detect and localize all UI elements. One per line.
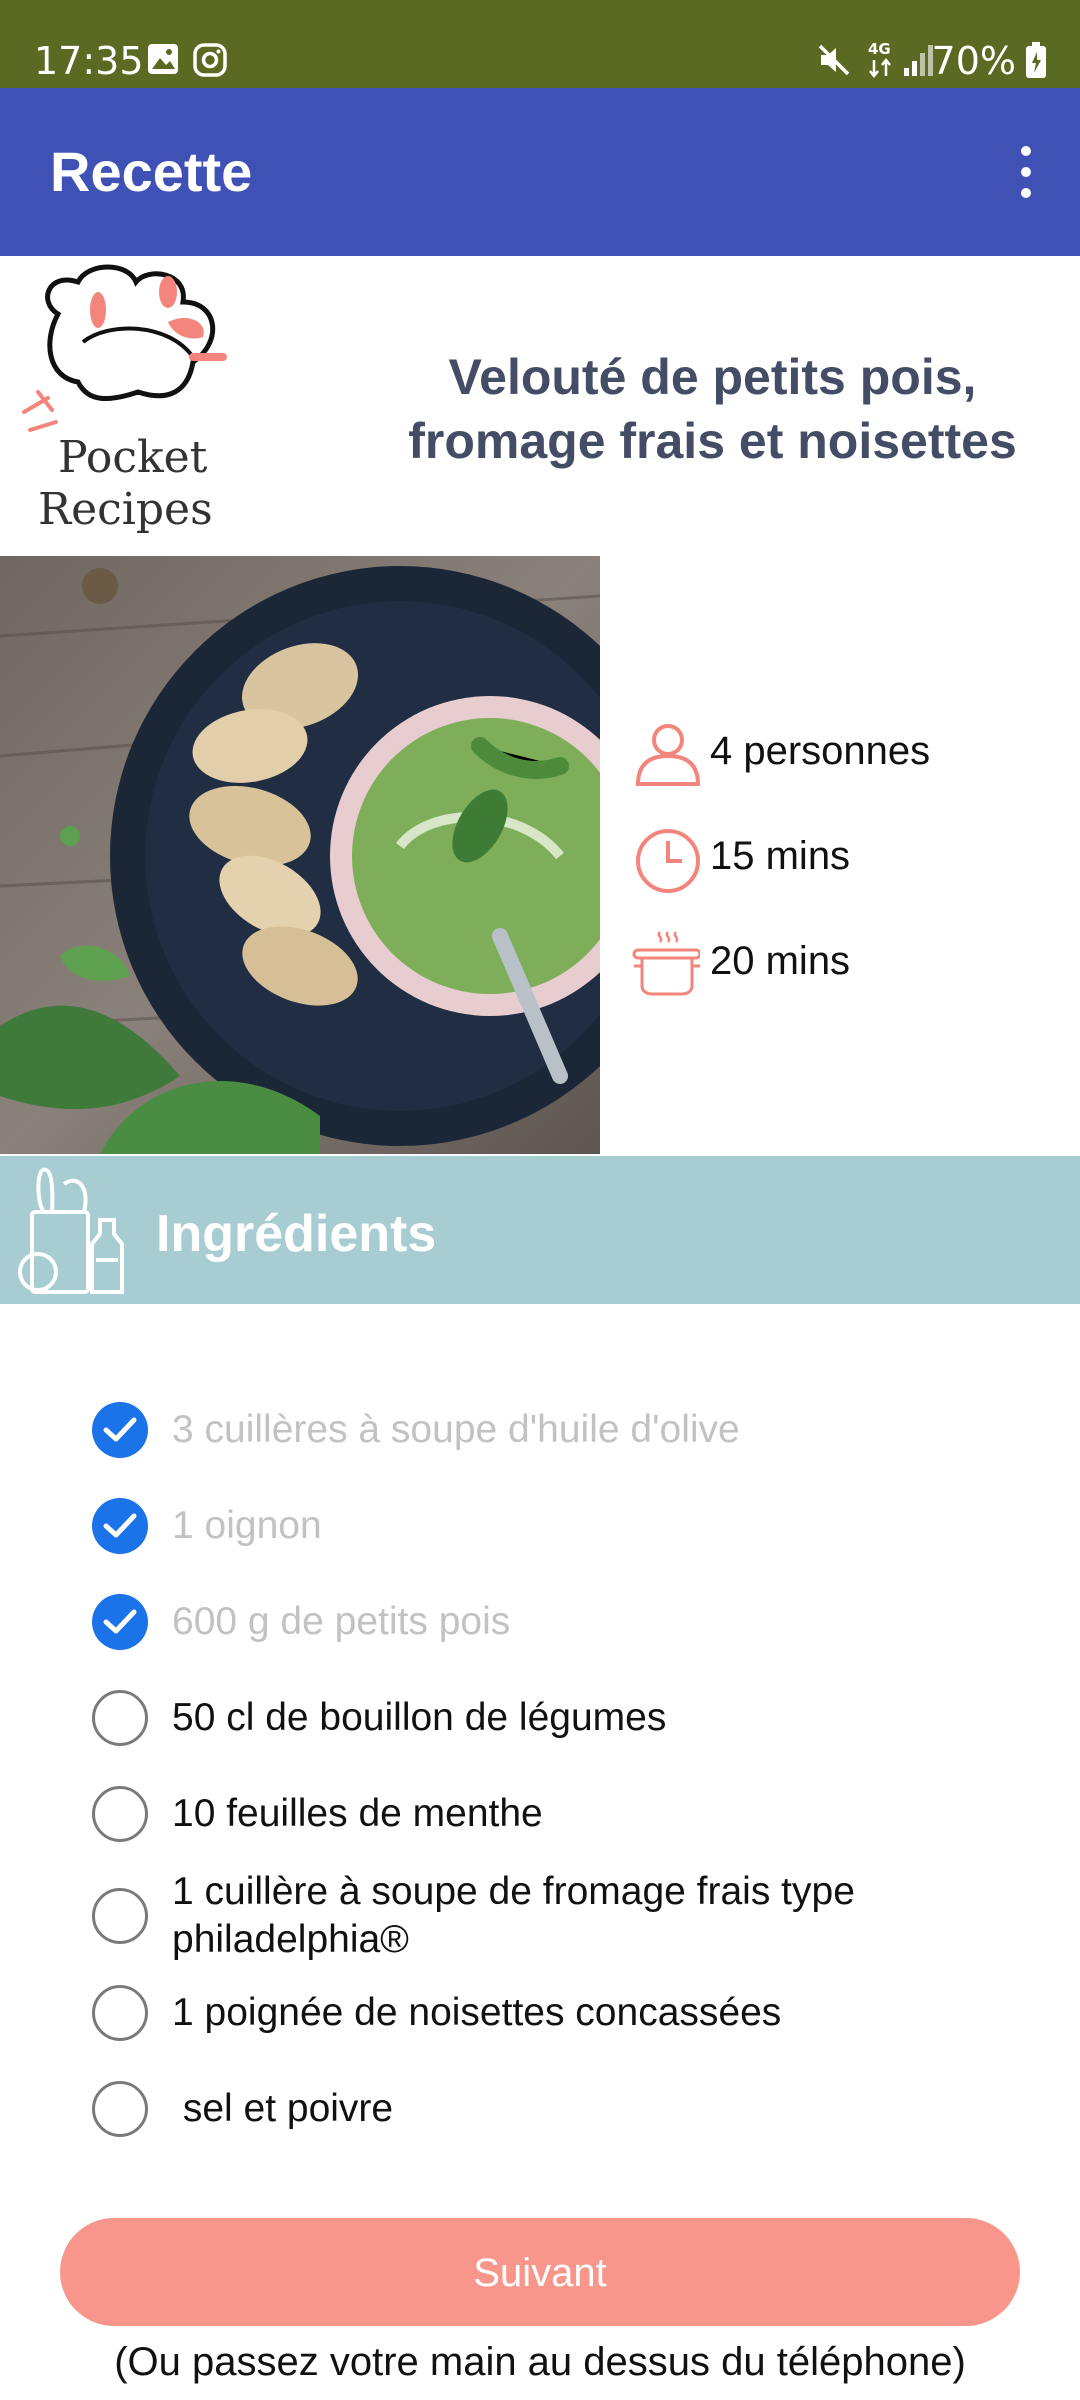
ingredient-item[interactable]: 50 cl de bouillon de légumes bbox=[92, 1690, 1052, 1746]
checkbox-unchecked[interactable] bbox=[92, 1786, 148, 1842]
battery-icon bbox=[1024, 40, 1048, 84]
gesture-hint: (Ou passez votre main au dessus du télép… bbox=[114, 2340, 966, 2384]
ingredient-label: 3 cuillères à soupe d'huile d'olive bbox=[172, 1408, 740, 1451]
cooking-pot-icon bbox=[630, 928, 702, 998]
instagram-icon bbox=[192, 42, 228, 82]
recipe-title: Velouté de petits pois, fromage frais et… bbox=[370, 345, 1055, 473]
pocket-recipes-logo: Pocket Recipes bbox=[18, 262, 286, 542]
next-button[interactable]: Suivant bbox=[60, 2218, 1020, 2326]
logo-text-pocket: Pocket bbox=[58, 432, 208, 483]
ingredient-item[interactable]: 1 cuillère à soupe de fromage frais type… bbox=[92, 1870, 1052, 1982]
ingredient-label: 10 feuilles de menthe bbox=[172, 1792, 543, 1835]
logo-text-recipes: Recipes bbox=[38, 484, 213, 535]
ingredient-label: 50 cl de bouillon de légumes bbox=[172, 1696, 667, 1739]
ingredient-label: 1 cuillère à soupe de fromage frais type… bbox=[172, 1870, 855, 1961]
recipe-title-line1: Velouté de petits pois, bbox=[448, 349, 977, 405]
recipe-photo bbox=[0, 556, 600, 1154]
ingredient-label: 600 g de petits pois bbox=[172, 1600, 511, 1643]
cook-time-text: 20 mins bbox=[710, 939, 851, 983]
recipe-title-line2: fromage frais et noisettes bbox=[408, 413, 1017, 469]
ingredient-item[interactable]: 3 cuillères à soupe d'huile d'olive bbox=[92, 1402, 1052, 1458]
mute-icon bbox=[816, 42, 852, 82]
status-bar: 17:35 4G 70% bbox=[0, 0, 1080, 88]
ingredient-item[interactable]: 1 poignée de noisettes concassées bbox=[92, 1985, 1052, 2041]
checkbox-unchecked[interactable] bbox=[92, 1690, 148, 1746]
svg-text:4G: 4G bbox=[868, 40, 891, 58]
ingredient-item[interactable]: 10 feuilles de menthe bbox=[92, 1786, 1052, 1842]
ingredient-label: 1 poignée de noisettes concassées bbox=[172, 1991, 782, 2034]
ingredients-header: Ingrédients bbox=[0, 1156, 1080, 1304]
battery-percent: 70% bbox=[931, 39, 1016, 83]
checkbox-checked[interactable] bbox=[92, 1498, 148, 1554]
dot-icon bbox=[1021, 167, 1031, 177]
clock-icon bbox=[630, 823, 700, 893]
person-icon bbox=[630, 718, 701, 788]
ingredient-label: 1 oignon bbox=[172, 1504, 322, 1547]
ingredient-label: sel et poivre bbox=[172, 2087, 394, 2130]
ingredient-item[interactable]: 600 g de petits pois bbox=[92, 1594, 1052, 1650]
ingredient-item[interactable]: 1 oignon bbox=[92, 1498, 1052, 1554]
dot-icon bbox=[1021, 188, 1031, 198]
app-bar-title: Recette bbox=[50, 140, 253, 203]
gallery-icon bbox=[146, 42, 180, 80]
checkbox-unchecked[interactable] bbox=[92, 1888, 148, 1944]
ingredient-item[interactable]: sel et poivre bbox=[92, 2081, 1052, 2137]
dot-icon bbox=[1021, 146, 1031, 156]
app-bar: Recette bbox=[0, 88, 1080, 256]
checkbox-checked[interactable] bbox=[92, 1594, 148, 1650]
ingredients-title: Ingrédients bbox=[156, 1205, 437, 1263]
servings-text: 4 personnes bbox=[710, 729, 931, 773]
checkbox-checked[interactable] bbox=[92, 1402, 148, 1458]
status-time: 17:35 bbox=[34, 39, 144, 83]
prep-time-text: 15 mins bbox=[710, 834, 851, 878]
checkbox-unchecked[interactable] bbox=[92, 1985, 148, 2041]
network-4g-icon: 4G bbox=[866, 40, 896, 84]
groceries-icon bbox=[18, 1164, 134, 1298]
checkbox-unchecked[interactable] bbox=[92, 2081, 148, 2137]
overflow-menu-button[interactable] bbox=[1006, 140, 1046, 204]
